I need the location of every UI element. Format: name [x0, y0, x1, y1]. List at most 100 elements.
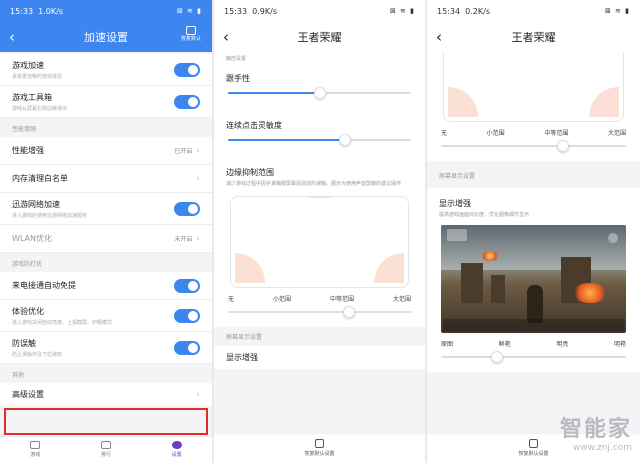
- range-label: 小范围: [486, 130, 505, 137]
- game-settings-panel-scrolled: 15:34 0.2K/s ⊠ ≋ ▮ ‹ 王者荣耀 无 小范围 中等范围 大范围…: [427, 0, 640, 463]
- rank-icon: [101, 441, 111, 449]
- chevron-right-icon: ›: [196, 389, 200, 400]
- follow-slider[interactable]: [228, 86, 411, 100]
- game-acceleration-toggle[interactable]: [174, 62, 200, 77]
- chevron-right-icon: ›: [196, 173, 200, 184]
- page-title: 王者荣耀: [297, 31, 342, 44]
- restore-default-button[interactable]: 恢复默认设置: [214, 433, 425, 463]
- setting-perf-enhance[interactable]: 性能增强 已开启 ›: [0, 137, 212, 165]
- restore-icon: [186, 26, 196, 35]
- restore-default-button[interactable]: 恢复默认设置: [427, 433, 640, 463]
- edge-range-slider[interactable]: [228, 305, 411, 319]
- range-label: 中等范围: [329, 296, 354, 303]
- bottom-nav: 游戏 排行 设置: [0, 436, 212, 463]
- setting-sub: 进入游戏关闭自动亮度、上报截屏、护眼模式: [12, 319, 113, 326]
- setting-network-acceleration: 迅游网络加速 进入游戏后使用迅游网络加速服务: [0, 193, 212, 225]
- setting-wlan[interactable]: WLAN优化 未开启 ›: [0, 225, 212, 253]
- status-bar: 15:33 1.0K/s ⊠ ≋ ▮: [0, 0, 212, 22]
- setting-desc: 减少游戏过程中因手掌触碰屏幕而造成的误触，图示为使用声音屏蔽的建议操作: [226, 181, 402, 187]
- gamepad-icon: [30, 441, 41, 449]
- game-preview-image: [441, 225, 626, 333]
- network-acceleration-toggle[interactable]: [174, 201, 200, 216]
- game-settings-panel: 15:33 0.9K/s ⊠ ≋ ▮ ‹ 王者荣耀 触控设置 跟手性 连续点击灵…: [214, 0, 425, 463]
- setting-value: 未开启: [174, 236, 193, 243]
- chevron-right-icon: ›: [196, 145, 200, 156]
- edge-preview: [443, 52, 624, 122]
- setting-display-enhance[interactable]: 显示增强: [214, 346, 425, 369]
- setting-edge-suppression: 边缘抑制范围 减少游戏过程中因手掌触碰屏幕而造成的误触，图示为使用声音屏蔽的建议…: [214, 155, 425, 327]
- setting-value: 已开启: [174, 148, 193, 155]
- edge-range-slider[interactable]: [441, 139, 626, 153]
- setting-sub: 游戏从屏幕右侧边缘滑出: [12, 105, 68, 112]
- setting-desc: 提高游戏画面对比度，优化图像细节显示: [439, 212, 530, 218]
- status-speed: 0.2K/s: [465, 6, 490, 16]
- settings-panel-acceleration: 15:33 1.0K/s ⊠ ≋ ▮ ‹ 加速设置 恢复默认 游戏加速承受更流畅…: [0, 0, 212, 463]
- experience-toggle[interactable]: [174, 308, 200, 323]
- setting-experience: 体验优化进入游戏关闭自动亮度、上报截屏、护眼模式: [0, 300, 212, 332]
- color-mode-slider[interactable]: [441, 350, 626, 364]
- restore-label: 恢复默认设置: [304, 451, 335, 457]
- setting-advanced[interactable]: 高级设置 ›: [0, 383, 212, 407]
- mistouch-toggle[interactable]: [174, 340, 200, 355]
- color-mode-labels: 原图 鲜艳 明亮 明艳: [439, 337, 628, 348]
- setting-memory-whitelist[interactable]: 内存清理白名单 ›: [0, 165, 212, 193]
- setting-title: 跟手性: [226, 74, 250, 83]
- section-title-other: 其他: [12, 372, 25, 379]
- setting-auto-handsfree: 来电接通自动免提: [0, 272, 212, 300]
- setting-mistouch: 防误触防止误操作及下拉通知: [0, 332, 212, 364]
- edge-preview: [230, 196, 409, 288]
- setting-sub: 防止误操作及下拉通知: [12, 351, 63, 358]
- setting-title: WLAN优化: [12, 234, 53, 243]
- status-bar: 15:33 0.9K/s ⊠ ≋ ▮: [214, 0, 425, 22]
- status-time: 15:33: [224, 6, 248, 16]
- range-label: 大范围: [607, 130, 626, 137]
- setting-title: 来电接通自动免提: [12, 281, 76, 290]
- setting-title: 显示增强: [439, 199, 471, 208]
- setting-continuous-click: 连续点击灵敏度: [214, 108, 425, 155]
- restore-default-button[interactable]: 恢复默认: [178, 26, 204, 43]
- settings-icon: [171, 441, 182, 449]
- color-label: 明艳: [613, 341, 626, 348]
- nav-settings[interactable]: 设置: [141, 437, 212, 463]
- status-icons: ⊠ ≋ ▮: [604, 7, 630, 15]
- back-icon[interactable]: ‹: [0, 28, 24, 46]
- header: ‹ 加速设置 恢复默认: [0, 22, 212, 52]
- setting-title: 边缘抑制范围: [226, 168, 274, 177]
- section-title-perf: 性能增强: [12, 126, 37, 133]
- status-bar: 15:34 0.2K/s ⊠ ≋ ▮: [427, 0, 640, 22]
- setting-title: 显示增强: [226, 353, 258, 362]
- range-label: 无: [228, 296, 235, 303]
- setting-title: 内存清理白名单: [12, 174, 68, 183]
- setting-display-enhance: 显示增强 提高游戏画面对比度，优化图像细节显示 原图 鲜艳 明亮 明艳: [427, 188, 640, 372]
- highlight-box: [4, 408, 208, 435]
- setting-sub: 承受更流畅的游戏体验: [12, 73, 63, 80]
- auto-handsfree-toggle[interactable]: [174, 278, 200, 293]
- range-label: 中等范围: [544, 130, 569, 137]
- back-icon[interactable]: ‹: [214, 28, 238, 46]
- setting-title: 高级设置: [12, 390, 44, 399]
- continuous-click-slider[interactable]: [228, 133, 411, 147]
- nav-label: 排行: [101, 452, 112, 458]
- setting-title: 游戏加速: [12, 60, 44, 70]
- header: ‹ 王者荣耀: [427, 22, 640, 52]
- setting-title: 迅游网络加速: [12, 199, 60, 209]
- range-labels: 无 小范围 中等范围 大范围: [226, 292, 413, 303]
- setting-title: 防误触: [12, 338, 36, 348]
- setting-title: 体验优化: [12, 306, 44, 316]
- back-icon[interactable]: ‹: [427, 28, 451, 46]
- color-label: 明亮: [556, 341, 569, 348]
- setting-title: 游戏工具箱: [12, 92, 52, 102]
- chevron-right-icon: ›: [196, 233, 200, 244]
- restore-icon: [529, 439, 538, 448]
- nav-label: 游戏: [30, 452, 41, 458]
- nav-game[interactable]: 游戏: [0, 437, 71, 463]
- section-title-nodisturb: 游戏防打扰: [12, 261, 43, 268]
- restore-label: 恢复默认: [180, 36, 201, 42]
- page-title: 王者荣耀: [511, 31, 556, 44]
- nav-label: 设置: [171, 452, 182, 458]
- nav-rank[interactable]: 排行: [71, 437, 142, 463]
- game-toolbox-toggle[interactable]: [174, 94, 200, 109]
- restore-icon: [315, 439, 324, 448]
- status-speed: 1.0K/s: [38, 6, 63, 16]
- restore-label: 恢复默认设置: [518, 451, 549, 457]
